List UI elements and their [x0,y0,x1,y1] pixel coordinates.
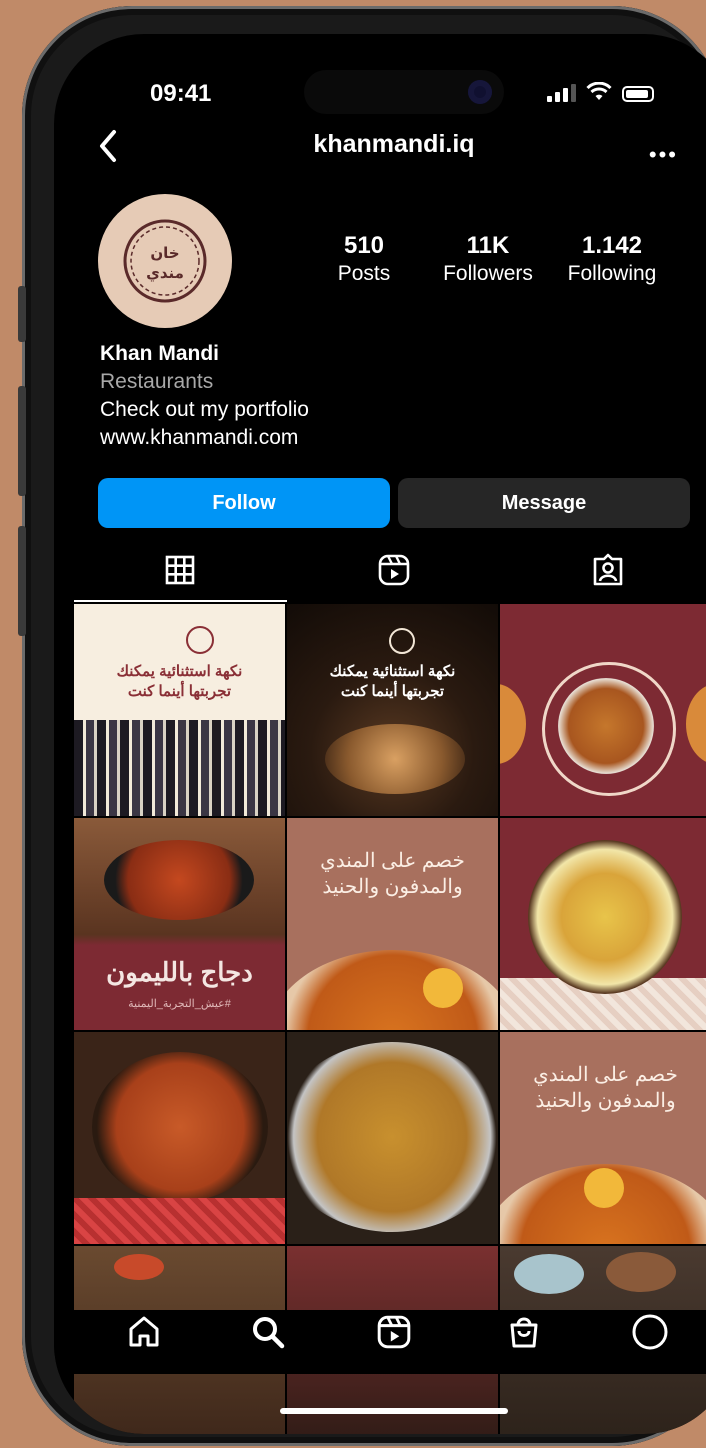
tab-tagged[interactable] [588,550,628,590]
profile-category: Restaurants [100,370,214,393]
shop-icon [510,1317,538,1348]
avatar[interactable]: خان مندي [98,194,232,328]
nav-reels[interactable] [372,1310,416,1354]
home-indicator[interactable] [280,1408,508,1414]
food-pan [104,840,254,920]
screen: 09:41 khanmandi.iq ••• خان مندي 510 Post… [54,34,706,1434]
lemon-slice [423,968,463,1008]
textile-pattern [74,720,285,816]
profile-header: khanmandi.iq ••• [54,126,706,176]
post-caption: دجاج بالليمون [106,957,253,987]
posts-count: 510 [343,232,385,259]
status-icons [547,82,654,102]
stat-following[interactable]: 1.142 Following [556,232,668,286]
svg-text:خان: خان [150,244,179,262]
battery-icon [622,86,654,102]
logo-icon [186,626,214,654]
search-icon [253,1317,285,1349]
content-tabs [54,550,706,604]
home-icon [129,1316,159,1347]
profile-icon [632,1314,668,1350]
post-thumbnail[interactable]: دجاج بالليمون #عيش_التجربة_اليمنية [74,818,285,1030]
post-thumbnail[interactable] [500,818,706,1030]
post-caption: خصم على المندي والمدفون والحنيذ [320,850,465,898]
profile-bio: Check out my portfolio [100,398,309,421]
food-plate-left [500,684,526,764]
mandi-plate [287,1042,498,1232]
rice-plate [528,840,682,994]
food-plate [558,678,654,774]
logo-icon [389,628,415,654]
username-title: khanmandi.iq [313,130,475,158]
active-tab-indicator [74,600,287,602]
message-button[interactable]: Message [398,478,690,528]
post-thumbnail[interactable]: خصم على المندي والمدفون والحنيذ [500,1032,706,1244]
bottom-navigation [54,1310,706,1374]
followers-count: 11K [466,232,510,259]
following-count: 1.142 [581,232,643,259]
profile-name: Khan Mandi [100,342,219,365]
rice-plate [287,950,498,1030]
following-label: Following [567,262,657,285]
svg-text:مندي: مندي [146,264,184,283]
food-bowl [114,1254,164,1280]
mute-switch [18,286,26,342]
nav-profile[interactable] [628,1310,672,1354]
pattern-strip [74,1198,285,1244]
tab-grid[interactable] [160,550,200,590]
reels-icon [377,1315,411,1349]
stat-posts[interactable]: 510 Posts [324,232,404,286]
teacup [514,1254,584,1294]
tagged-icon [593,553,623,586]
post-thumbnail[interactable] [500,604,706,816]
dynamic-island [304,70,504,114]
follow-button[interactable]: Follow [98,478,390,528]
post-hashtag: #عيش_التجربة_اليمنية [128,998,231,1010]
profile-website[interactable]: www.khanmandi.com [100,424,309,452]
profile-stats: 510 Posts 11K Followers 1.142 Following [324,232,668,286]
tab-reels[interactable] [374,550,414,590]
volume-down-button [18,526,26,636]
post-thumbnail[interactable]: نكهة استثنائية يمكنك تجربتها أينما كنت [287,604,498,816]
volume-up-button [18,386,26,496]
nav-shop[interactable] [502,1310,546,1354]
post-thumbnail[interactable]: خصم على المندي والمدفون والحنيذ [287,818,498,1030]
post-thumbnail[interactable]: نكهة استثنائية يمكنك تجربتها أينما كنت [74,604,285,816]
nav-search[interactable] [246,1310,290,1354]
posts-label: Posts [337,262,391,285]
bio: Khan Mandi Restaurants Check out my port… [100,340,309,452]
stat-followers[interactable]: 11K Followers [426,232,550,286]
stew-bowl [92,1052,268,1202]
food-plate-right [686,684,706,764]
more-options-icon[interactable]: ••• [649,142,678,168]
post-caption: نكهة استثنائية يمكنك تجربتها أينما كنت [329,663,456,700]
post-caption: خصم على المندي والمدفون والحنيذ [533,1064,678,1112]
grid-icon [165,555,195,585]
food-platter [325,724,465,794]
lemon-slice [584,1168,624,1208]
post-caption: نكهة استثنائية يمكنك تجربتها أينما كنت [116,663,243,700]
camera-icon [468,80,492,104]
followers-label: Followers [443,262,533,285]
post-thumbnail[interactable] [74,1032,285,1244]
coffee-pot [606,1252,676,1292]
nav-home[interactable] [122,1310,166,1354]
reels-icon [378,554,410,586]
phone-frame: 09:41 khanmandi.iq ••• خان مندي 510 Post… [18,6,706,1446]
khan-mandi-logo: خان مندي [123,219,207,303]
post-thumbnail[interactable] [287,1032,498,1244]
wifi-icon [586,82,612,100]
status-time: 09:41 [150,80,212,107]
signal-icon [547,82,576,102]
